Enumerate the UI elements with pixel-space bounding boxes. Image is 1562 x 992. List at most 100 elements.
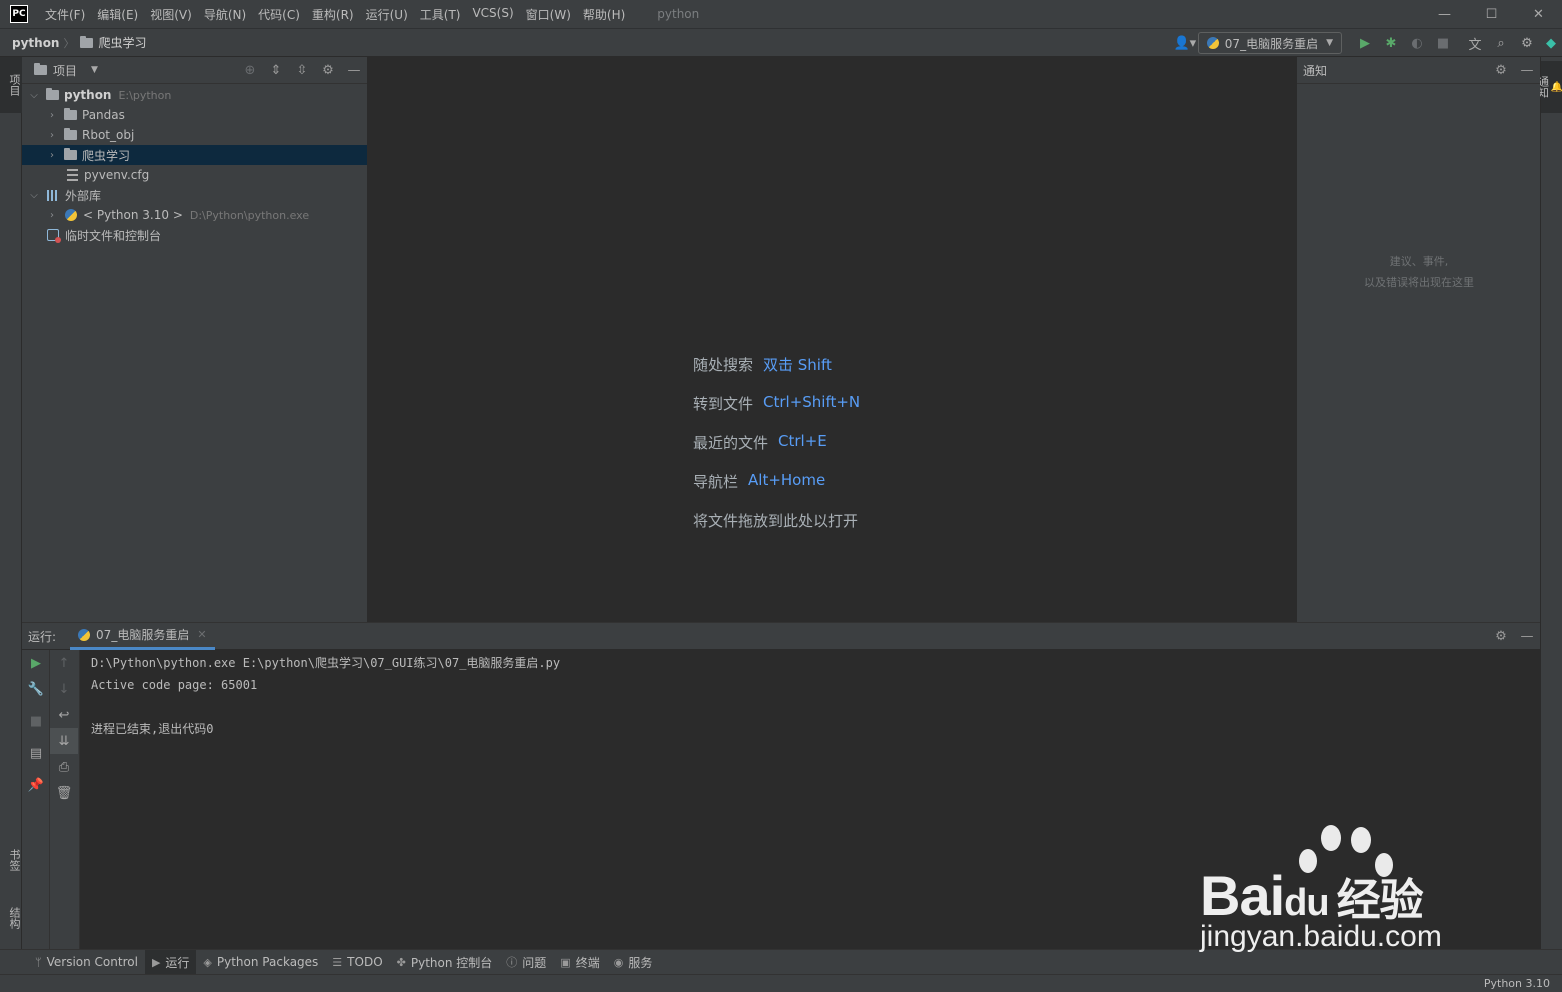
trash-icon[interactable]: 🗑 — [50, 780, 78, 806]
arrow-up-icon[interactable]: ↑ — [50, 650, 78, 676]
right-tool-stripe: 🔔 通知 — [1537, 57, 1562, 949]
menu-vcs[interactable]: VCS(S) — [472, 6, 513, 23]
settings-icon[interactable]: ⚙ — [1514, 29, 1540, 57]
stripe-structure-tab[interactable]: 结构 — [0, 893, 22, 943]
expand-all-icon[interactable]: ⇕ — [263, 63, 289, 78]
menu-code[interactable]: 代码(C) — [258, 6, 300, 23]
layout-icon[interactable]: ▤ — [22, 740, 50, 766]
stripe-structure-label: 结构 — [8, 907, 21, 929]
project-panel-title[interactable]: 项目 — [53, 62, 77, 79]
pin-icon[interactable]: 📌 — [22, 772, 50, 798]
debug-icon[interactable]: ✱ — [1378, 29, 1404, 57]
tool-services[interactable]: ◉ 服务 — [607, 950, 660, 975]
hide-panel-icon[interactable]: — — [1514, 63, 1540, 78]
jetbrains-logo-icon[interactable]: ◆ — [1540, 29, 1562, 57]
settings-icon[interactable]: ⚙ — [1488, 629, 1514, 644]
stop-icon[interactable]: ■ — [22, 708, 50, 734]
tool-version-control[interactable]: ᛘ Version Control — [28, 950, 145, 975]
tree-item-pandas[interactable]: › Pandas — [22, 105, 367, 125]
notifications-header: 通知 ⚙ — — [1297, 57, 1540, 84]
hint-goto-file: 转到文件 Ctrl+Shift+N — [693, 393, 860, 432]
library-icon — [47, 189, 59, 201]
run-icon[interactable]: ▶ — [1352, 29, 1378, 57]
locate-icon[interactable]: ⊕ — [237, 63, 263, 78]
hide-panel-icon[interactable]: — — [1514, 629, 1540, 644]
breadcrumb-root[interactable]: python — [12, 36, 59, 50]
tool-todo[interactable]: ☰ TODO — [325, 950, 389, 975]
console-line: D:\Python\python.exe E:\python\爬虫学习\07_G… — [91, 656, 561, 670]
close-window-button[interactable]: ✕ — [1515, 0, 1562, 28]
menu-window[interactable]: 窗口(W) — [526, 6, 571, 23]
chevron-down-icon[interactable]: ⌵ — [27, 190, 41, 201]
hint-shortcut: Ctrl+Shift+N — [763, 393, 861, 411]
chevron-right-icon[interactable]: › — [45, 110, 59, 121]
settings-icon[interactable]: ⚙ — [315, 63, 341, 78]
run-config-selector[interactable]: 07_电脑服务重启 ▼ — [1197, 32, 1342, 54]
coverage-icon[interactable]: ◐ — [1404, 29, 1430, 57]
notifications-empty-state: 建议、事件, 以及错误将出现在这里 — [1297, 251, 1541, 293]
tool-problems[interactable]: ⓘ 问题 — [499, 950, 553, 975]
stripe-bookmarks-tab[interactable]: 书签 — [0, 835, 22, 885]
breadcrumb-child[interactable]: 爬虫学习 — [98, 34, 146, 51]
hide-panel-icon[interactable]: — — [341, 63, 367, 78]
tree-item-python[interactable]: ⌵ python E:\python — [22, 85, 367, 105]
chevron-right-icon[interactable]: › — [45, 150, 59, 161]
stop-icon[interactable]: ■ — [1430, 29, 1456, 57]
scroll-to-end-icon[interactable]: ⇊ — [50, 728, 78, 754]
tree-item-label: Rbot_obj — [82, 128, 135, 142]
menu-navigate[interactable]: 导航(N) — [204, 6, 246, 23]
rerun-icon[interactable]: ▶ — [22, 650, 50, 676]
menu-file[interactable]: 文件(F) — [45, 6, 85, 23]
tree-item-rbot-obj[interactable]: › Rbot_obj — [22, 125, 367, 145]
folder-icon — [64, 148, 77, 160]
notifications-panel: 通知 ⚙ — 建议、事件, 以及错误将出现在这里 — [1296, 57, 1540, 622]
soft-wrap-icon[interactable]: ↩ — [50, 702, 78, 728]
translate-icon[interactable]: 文 — [1462, 29, 1488, 57]
settings-icon[interactable]: ⚙ — [1488, 63, 1514, 78]
chevron-right-icon[interactable]: › — [45, 210, 59, 221]
tree-item-external-libs[interactable]: ⌵ 外部库 — [22, 185, 367, 205]
tool-terminal[interactable]: ▣ 终端 — [553, 950, 606, 975]
packages-icon: ◈ — [203, 955, 212, 969]
breadcrumb-separator-icon: 〉 — [63, 36, 75, 50]
tree-item-pyvenv[interactable]: pyvenv.cfg — [22, 165, 367, 185]
chevron-down-icon[interactable]: ▼ — [91, 65, 98, 75]
chevron-down-icon[interactable]: ⌵ — [27, 90, 41, 101]
tool-label: 终端 — [575, 955, 600, 970]
menu-edit[interactable]: 编辑(E) — [97, 6, 138, 23]
arrow-down-icon[interactable]: ↓ — [50, 676, 78, 702]
menu-help[interactable]: 帮助(H) — [583, 6, 625, 23]
collapse-all-icon[interactable]: ⇳ — [289, 63, 315, 78]
tool-python-console[interactable]: ✤ Python 控制台 — [390, 950, 500, 975]
tree-item-python-sdk[interactable]: › < Python 3.10 > D:\Python\python.exe — [22, 205, 367, 225]
run-tab-label: 07_电脑服务重启 — [96, 628, 190, 642]
stripe-notifications-tab[interactable]: 🔔 通知 — [1537, 61, 1562, 113]
close-tab-icon[interactable]: ✕ — [197, 628, 206, 641]
print-icon[interactable]: ⎙ — [50, 754, 78, 780]
tree-item-label: 临时文件和控制台 — [65, 228, 162, 243]
menu-run[interactable]: 运行(U) — [366, 6, 408, 23]
maximize-button[interactable]: ☐ — [1468, 0, 1515, 28]
stripe-project-tab[interactable]: 项目 — [0, 57, 22, 113]
menu-tools[interactable]: 工具(T) — [420, 6, 461, 23]
tree-item-scratches[interactable]: 临时文件和控制台 — [22, 225, 367, 245]
tree-item-crawler[interactable]: › 爬虫学习 — [22, 145, 367, 165]
tool-python-packages[interactable]: ◈ Python Packages — [196, 950, 325, 975]
project-folder-icon — [34, 63, 47, 75]
console-line: 进程已结束,退出代码0 — [91, 722, 214, 736]
user-menu-icon[interactable]: 👤▾ — [1172, 29, 1198, 57]
chevron-right-icon[interactable]: › — [45, 130, 59, 141]
editor-empty-area[interactable]: 随处搜索 双击 Shift 转到文件 Ctrl+Shift+N 最近的文件 Ct… — [368, 57, 1296, 622]
branch-icon: ᛘ — [35, 955, 42, 969]
interpreter-status[interactable]: Python 3.10 — [1484, 975, 1550, 992]
minimize-button[interactable]: — — [1421, 0, 1468, 28]
menu-view[interactable]: 视图(V) — [150, 6, 192, 23]
run-tab[interactable]: 07_电脑服务重启 ✕ — [70, 623, 215, 650]
console-output[interactable]: D:\Python\python.exe E:\python\爬虫学习\07_G… — [91, 652, 560, 740]
menu-refactor[interactable]: 重构(R) — [312, 6, 354, 23]
status-bar: Python 3.10 — [0, 974, 1562, 992]
search-icon[interactable]: ⌕ — [1488, 29, 1514, 57]
wrench-icon[interactable]: 🔧 — [22, 676, 50, 702]
tree-item-label: < Python 3.10 > — [83, 208, 183, 222]
tool-run[interactable]: ▶ 运行 — [144, 949, 197, 975]
